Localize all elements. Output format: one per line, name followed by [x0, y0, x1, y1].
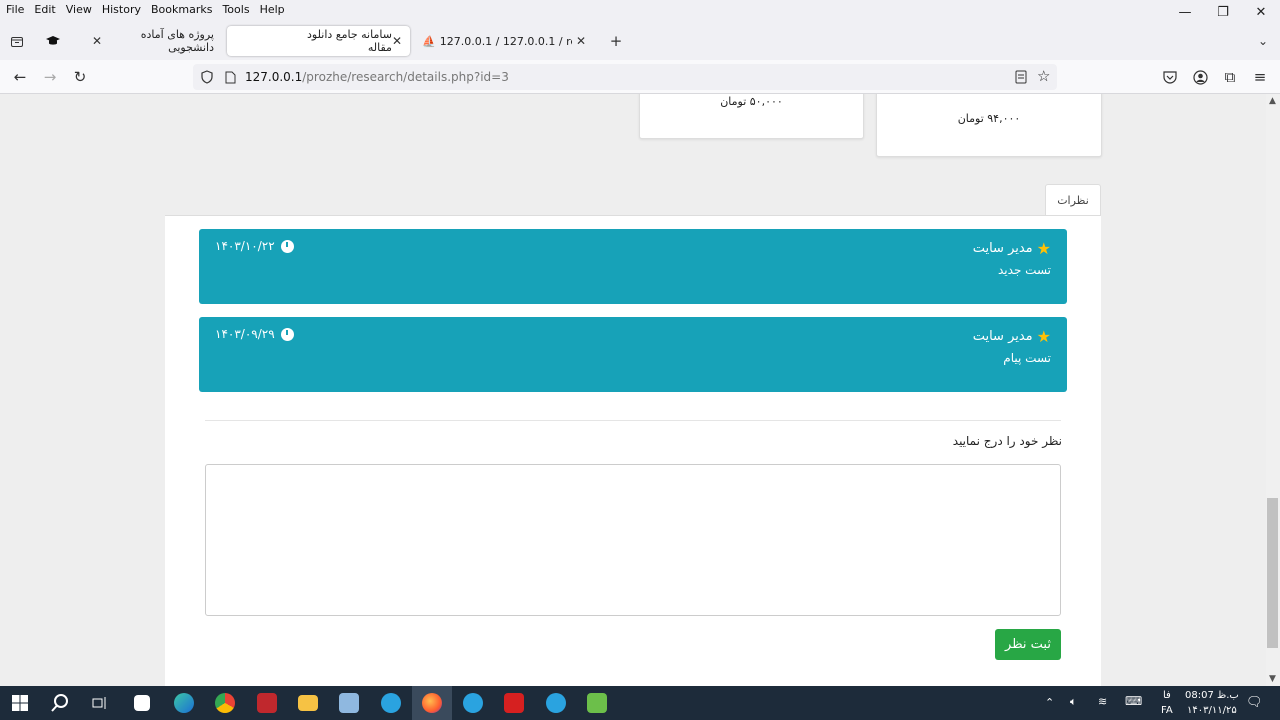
back-icon[interactable]: ← — [9, 66, 31, 88]
task-view-icon[interactable] — [80, 686, 120, 720]
pocket-icon[interactable] — [1159, 66, 1181, 88]
tab-phpmyadmin[interactable]: ⛵ 127.0.0.1 / 127.0.0.1 / research / ✕ — [414, 26, 594, 56]
menu-bar: File Edit View History Bookmarks Tools H… — [0, 0, 1280, 18]
graduation-cap-icon[interactable] — [42, 30, 64, 52]
acrobat-icon[interactable] — [494, 686, 534, 720]
volume-icon[interactable]: 🔈︎ — [1070, 695, 1077, 709]
price-amount: ۹۴,۰۰۰ تومان — [957, 112, 1021, 125]
comments-panel: ★ مدیر سایت تست جدید ۱۴۰۳/۱۰/۲۲ ★ مدیر س… — [165, 215, 1101, 686]
author-name: مدیر سایت — [972, 329, 1033, 344]
notifications-icon[interactable]: 🗨︎ — [1246, 695, 1263, 710]
close-tab-icon[interactable]: ✕ — [576, 34, 586, 48]
tab-overview-icon[interactable] — [6, 30, 28, 52]
taskbar: ⌃ 🔈︎ ≋ ⌨ فا FA 08:07 ب.ظ ۱۴۰۳/۱۱/۲۵ 🗨︎ — [0, 686, 1280, 720]
keyboard-icon[interactable]: ⌨ — [1125, 694, 1142, 708]
comment-author: ★ مدیر سایت — [973, 327, 1051, 346]
clock-time[interactable]: 08:07 ب.ظ — [1185, 690, 1239, 701]
menu-tools[interactable]: Tools — [218, 3, 253, 16]
account-icon[interactable] — [1189, 66, 1211, 88]
restore-icon[interactable]: ❐ — [1205, 0, 1241, 24]
store-icon[interactable] — [122, 686, 162, 720]
shield-icon[interactable] — [201, 70, 215, 84]
notes-app-icon[interactable] — [329, 686, 369, 720]
clock-icon — [280, 327, 294, 341]
windows-start-icon[interactable] — [0, 686, 40, 720]
close-tab-icon[interactable]: ✕ — [392, 34, 402, 48]
comment-form-label: نظر خود را درج نمایید — [952, 434, 1062, 448]
tab-label: 127.0.0.1 / 127.0.0.1 / research / — [439, 34, 572, 48]
date-text: ۱۴۰۳/۰۹/۲۹ — [215, 327, 275, 341]
comment-card: ★ مدیر سایت تست پیام ۱۴۰۳/۰۹/۲۹ — [199, 317, 1067, 392]
clock-date[interactable]: ۱۴۰۳/۱۱/۲۵ — [1187, 705, 1237, 716]
forward-icon[interactable]: → — [39, 66, 61, 88]
file-explorer-icon[interactable] — [288, 686, 328, 720]
menu-history[interactable]: History — [98, 3, 145, 16]
price-card: ۵۰,۰۰۰ تومان — [639, 94, 864, 139]
close-window-icon[interactable]: ✕ — [1243, 0, 1279, 24]
tab-projects[interactable]: ✕ پروژه های آماده دانشجویی — [84, 26, 222, 56]
menu-view[interactable]: View — [62, 3, 96, 16]
comment-date: ۱۴۰۳/۱۰/۲۲ — [215, 239, 294, 253]
chrome-icon[interactable] — [205, 686, 245, 720]
minimize-icon[interactable]: — — [1167, 0, 1203, 24]
telegram-icon[interactable] — [536, 686, 576, 720]
firefox-icon[interactable] — [412, 686, 452, 720]
reload-icon[interactable]: ↻ — [69, 66, 91, 88]
page-info-icon[interactable] — [225, 71, 237, 84]
scrollbar-thumb[interactable] — [1267, 498, 1278, 648]
url-bar[interactable]: 127.0.0.1/prozhe/research/details.php?id… — [193, 64, 1057, 90]
menu-file[interactable]: File — [2, 3, 28, 16]
close-tab-icon[interactable]: ✕ — [92, 34, 102, 48]
comment-text: تست جدید — [998, 263, 1051, 277]
url-path: /prozhe/research/details.php?id=3 — [302, 70, 509, 84]
url-host: 127.0.0.1 — [245, 70, 303, 84]
author-name: مدیر سایت — [972, 241, 1033, 256]
date-text: ۱۴۰۳/۱۰/۲۲ — [215, 239, 275, 253]
wifi-icon[interactable]: ≋ — [1098, 695, 1107, 708]
submit-comment-button[interactable]: ثبت نظر — [995, 629, 1061, 660]
show-hidden-icons[interactable]: ⌃ — [1045, 696, 1054, 709]
divider — [205, 420, 1061, 421]
navigation-bar: ← → ↻ 127.0.0.1/prozhe/research/details.… — [0, 60, 1280, 94]
scroll-up-icon[interactable]: ▲ — [1269, 96, 1276, 106]
menu-bookmarks[interactable]: Bookmarks — [147, 3, 216, 16]
star-icon: ★ — [1036, 239, 1051, 258]
page-content: ۵۰,۰۰۰ تومان ۹۴,۰۰۰ تومان نظرات ★ مدیر س… — [0, 94, 1266, 686]
price-amount: ۵۰,۰۰۰ تومان — [720, 95, 783, 108]
comment-date: ۱۴۰۳/۰۹/۲۹ — [215, 327, 294, 341]
menu-help[interactable]: Help — [256, 3, 289, 16]
app-icon[interactable] — [247, 686, 287, 720]
new-tab-icon[interactable]: + — [605, 30, 627, 52]
scroll-down-icon[interactable]: ▼ — [1269, 674, 1276, 684]
image-viewer-icon[interactable] — [577, 686, 617, 720]
clock-icon — [280, 239, 294, 253]
tab-comments[interactable]: نظرات — [1045, 184, 1101, 216]
star-icon: ★ — [1036, 327, 1051, 346]
telegram-icon[interactable] — [371, 686, 411, 720]
search-icon[interactable] — [40, 686, 80, 720]
edge-icon[interactable] — [164, 686, 204, 720]
list-tabs-icon[interactable]: ⌄ — [1252, 30, 1274, 52]
tab-label: پروژه های آماده دانشجویی — [140, 28, 214, 54]
menu-edit[interactable]: Edit — [30, 3, 59, 16]
price-card: ۹۴,۰۰۰ تومان — [876, 94, 1102, 157]
hamburger-menu-icon[interactable]: ≡ — [1249, 66, 1271, 88]
tab-label: سامانه جامع دانلود مقاله — [307, 28, 392, 54]
reader-view-icon[interactable] — [1015, 70, 1027, 87]
language-indicator-short[interactable]: فا — [1163, 690, 1171, 701]
comment-textarea[interactable] — [205, 464, 1061, 616]
language-indicator[interactable]: FA — [1161, 705, 1173, 716]
bookmark-star-icon[interactable]: ☆ — [1037, 67, 1050, 85]
extensions-icon[interactable]: ⧉ — [1219, 66, 1241, 88]
comment-author: ★ مدیر سایت — [973, 239, 1051, 258]
comment-text: تست پیام — [1003, 351, 1051, 365]
tab-bar: ✕ پروژه های آماده دانشجویی سامانه جامع د… — [0, 24, 1280, 60]
phpmyadmin-icon: ⛵ — [422, 34, 436, 48]
tab-article-download[interactable]: سامانه جامع دانلود مقاله ✕ — [227, 26, 410, 56]
comment-card: ★ مدیر سایت تست جدید ۱۴۰۳/۱۰/۲۲ — [199, 229, 1067, 304]
telegram-icon[interactable] — [453, 686, 493, 720]
